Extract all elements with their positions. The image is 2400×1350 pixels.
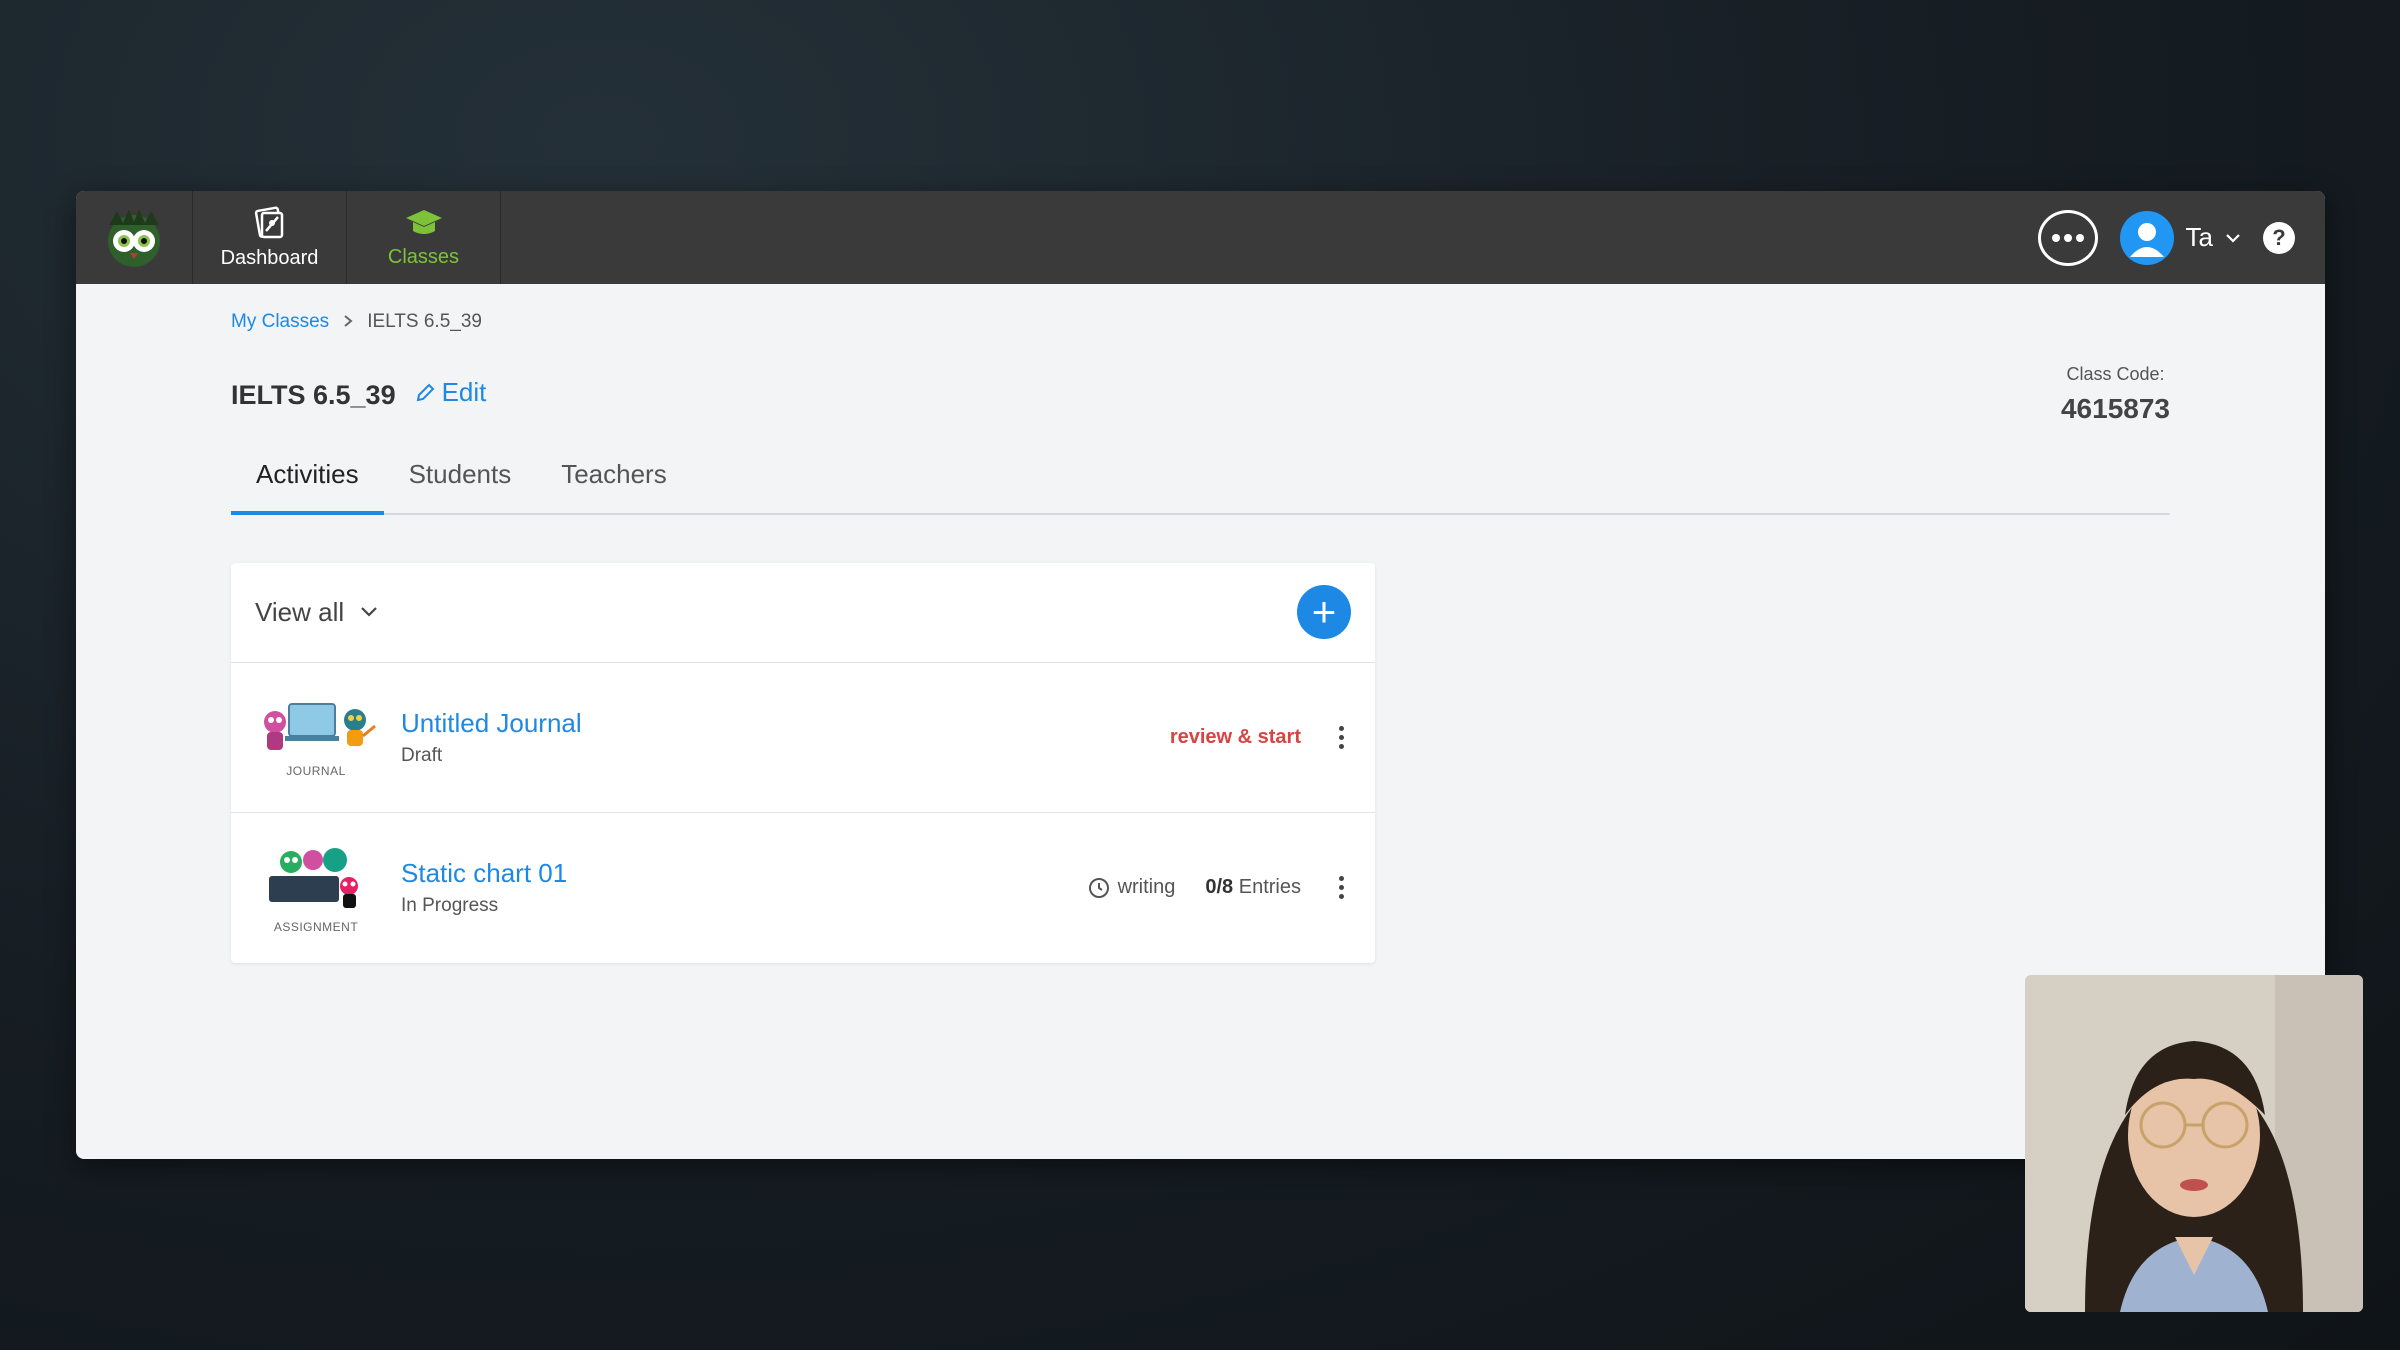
app-window: Dashboard Classes Ta ? My Classes IELTS … [76,191,2325,1159]
user-icon [2129,222,2164,257]
class-code-label: Class Code: [2066,364,2165,384]
edit-label: Edit [441,377,487,407]
activities-panel-header: View all + [231,563,1375,663]
plus-icon: + [1311,588,1337,635]
class-tabs: Activities Students Teachers [231,459,2170,515]
tab-teachers[interactable]: Teachers [536,459,692,515]
activity-actions: review & start [1170,663,1351,813]
nav-classes[interactable]: Classes [347,191,501,284]
activity-title[interactable]: Untitled Journal [401,708,582,739]
chevron-down-icon [2226,233,2240,243]
class-title-row: IELTS 6.5_39 Edit [231,377,2170,411]
activity-row[interactable]: JOURNAL Untitled Journal Draft review & … [231,663,1375,813]
chevron-down-icon [361,607,377,617]
activity-status: Draft [401,744,443,766]
activities-panel: View all + JOURNAL Untitled Journal Draf… [231,562,1375,963]
activity-title[interactable]: Static chart 01 [401,858,567,889]
tab-students[interactable]: Students [384,459,537,515]
page-title: IELTS 6.5_39 [231,379,396,410]
assignment-illustration-icon [269,847,358,908]
activity-kind: JOURNAL [286,764,346,778]
activity-row[interactable]: ASSIGNMENT Static chart 01 In Progress w… [231,813,1375,963]
nav-dashboard[interactable]: Dashboard [193,191,347,284]
pencil-icon [416,383,435,401]
entries-count-value: 0/8 [1205,876,1234,898]
topbar-actions: Ta ? [2037,191,2295,284]
activity-thumbnail: ASSIGNMENT [255,842,377,934]
activity-kind: ASSIGNMENT [273,919,359,934]
chat-bubble-icon [2051,233,2084,242]
breadcrumb-current: IELTS 6.5_39 [367,311,482,332]
activity-type: writing [1088,876,1176,899]
activity-text: Static chart 01 In Progress [401,858,567,917]
breadcrumb: My Classes IELTS 6.5_39 [231,311,2170,333]
chevron-right-icon [343,312,353,333]
main-content: My Classes IELTS 6.5_39 IELTS 6.5_39 Edi… [231,284,2170,963]
app-logo[interactable] [76,191,193,284]
clock-icon [1088,877,1109,898]
breadcrumb-my-classes[interactable]: My Classes [231,311,329,333]
nav-dashboard-label: Dashboard [220,247,319,269]
more-options-icon[interactable] [1331,876,1351,899]
graduation-cap-icon [405,210,442,234]
activity-status: In Progress [401,895,499,916]
edit-class-button[interactable]: Edit [414,377,487,408]
webcam-person-image [2025,975,2363,1312]
user-name: Ta [2185,222,2213,252]
activity-thumbnail: JOURNAL [255,696,377,778]
chat-button[interactable] [2037,209,2098,266]
top-navigation-bar: Dashboard Classes Ta ? [76,191,2325,284]
owl-logo-icon [108,208,160,267]
dashboard-icon [254,206,283,239]
activity-text: Untitled Journal Draft [401,708,582,767]
class-code: Class Code: 4615873 [2061,364,2170,425]
activity-type-label: writing [1117,876,1176,898]
avatar [2119,210,2174,265]
review-start-button[interactable]: review & start [1170,726,1301,749]
view-all-label: View all [255,596,345,627]
entries-count: 0/8 Entries [1205,876,1301,899]
more-options-icon[interactable] [1331,726,1351,749]
view-all-dropdown[interactable]: View all [255,597,378,628]
journal-illustration-icon [264,703,376,750]
activity-actions: writing 0/8 Entries [1088,813,1351,963]
help-button[interactable]: ? [2263,221,2295,254]
user-menu[interactable]: Ta [2119,210,2241,265]
nav-classes-label: Classes [387,246,460,268]
webcam-overlay [2025,975,2363,1312]
tab-activities[interactable]: Activities [231,459,384,515]
entries-count-label: Entries [1238,876,1301,898]
help-icon: ? [2272,224,2286,250]
class-code-value: 4615873 [2060,393,2170,424]
add-activity-button[interactable]: + [1297,585,1351,639]
